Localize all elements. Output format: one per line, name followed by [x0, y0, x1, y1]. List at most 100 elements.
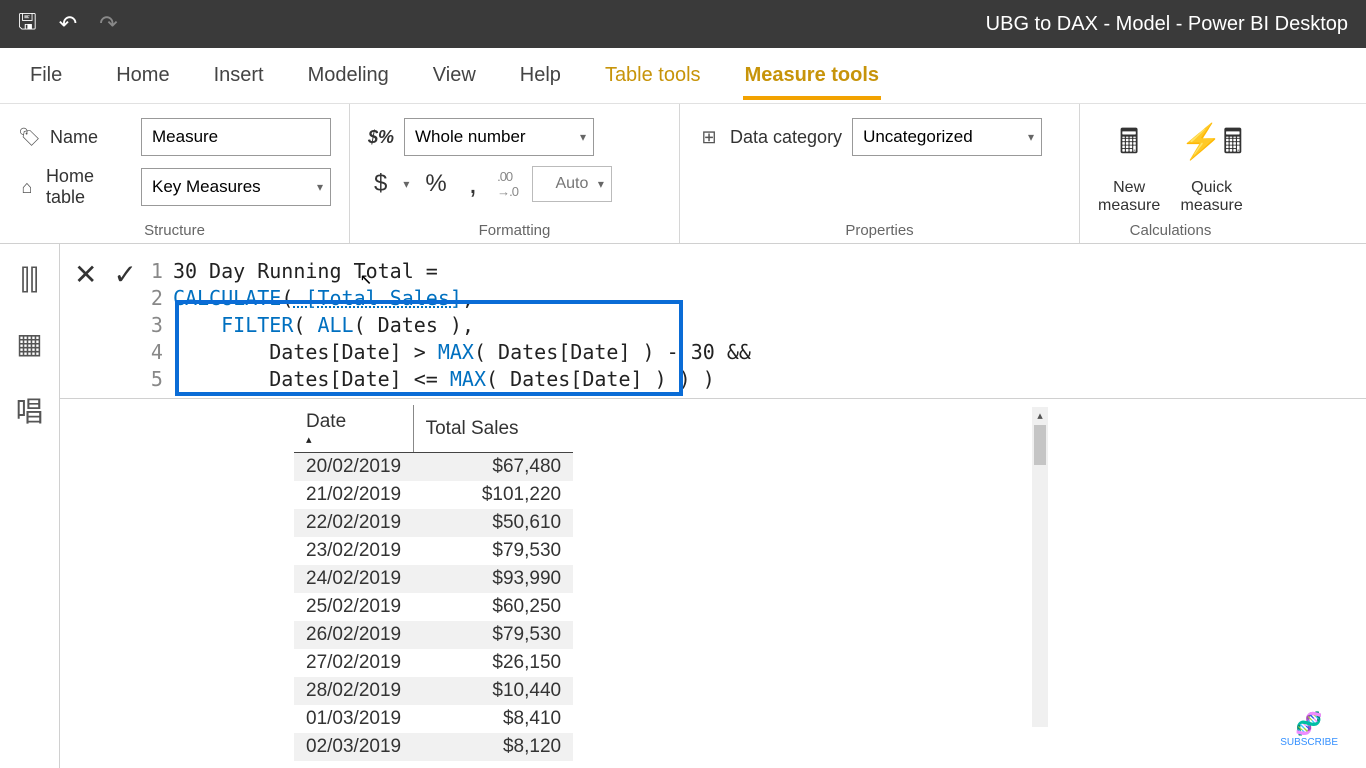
table-row[interactable]: 21/02/2019$101,220 — [294, 481, 573, 509]
code-text — [173, 367, 269, 391]
report-view-icon[interactable]: ⫿⫿ — [21, 264, 39, 297]
cell-date: 24/02/2019 — [294, 565, 413, 593]
number-format-select[interactable] — [404, 118, 594, 156]
code-text: ( — [293, 313, 317, 337]
tab-insert[interactable]: Insert — [212, 52, 266, 99]
cell-date: 02/03/2019 — [294, 733, 413, 761]
name-label: Name — [50, 127, 98, 148]
data-category-label: Data category — [730, 127, 842, 148]
scroll-thumb[interactable] — [1034, 425, 1046, 465]
group-label-calculations: Calculations — [1098, 222, 1243, 239]
data-category-select[interactable] — [852, 118, 1042, 156]
save-icon[interactable]: 🖫 — [18, 5, 37, 43]
ribbon-tabs: File Home Insert Modeling View Help Tabl… — [0, 48, 1366, 104]
code-text: ( — [281, 286, 293, 310]
thousands-button[interactable]: , — [463, 167, 483, 201]
code-text: Dates[Date] > — [269, 340, 438, 364]
table-row[interactable]: 27/02/2019$26,150 — [294, 649, 573, 677]
col-date-header[interactable]: Date — [294, 405, 413, 453]
cell-date: 01/03/2019 — [294, 705, 413, 733]
decimals-input[interactable] — [532, 166, 612, 202]
tab-file[interactable]: File — [28, 52, 64, 99]
tab-home[interactable]: Home — [114, 52, 171, 99]
group-label-properties: Properties — [698, 222, 1061, 239]
vertical-scrollbar[interactable]: ▴ — [1032, 407, 1048, 727]
code-text: , — [462, 286, 474, 310]
table-row[interactable]: 20/02/2019$67,480 — [294, 453, 573, 482]
cancel-icon[interactable]: ✕ — [74, 258, 97, 291]
cell-sales: $79,530 — [413, 621, 573, 649]
code-text — [173, 340, 269, 364]
cell-date: 20/02/2019 — [294, 453, 413, 482]
ribbon-group-properties: ⊞ Data category Properties — [680, 104, 1080, 243]
col-sales-header[interactable]: Total Sales — [413, 405, 573, 453]
view-rail: ⫿⫿ ▦ 唱 — [0, 244, 60, 768]
title-bar: 🖫 ↶ ↷ UBG to DAX - Model - Power BI Desk… — [0, 0, 1366, 48]
code-fn: FILTER — [221, 313, 293, 337]
tab-view[interactable]: View — [431, 52, 478, 99]
table-row[interactable]: 26/02/2019$79,530 — [294, 621, 573, 649]
currency-button[interactable]: $ — [368, 170, 393, 198]
home-table-select[interactable] — [141, 168, 331, 206]
group-label-formatting: Formatting — [368, 222, 661, 239]
scroll-up-icon[interactable]: ▴ — [1032, 407, 1048, 425]
table-row[interactable]: 23/02/2019$79,530 — [294, 537, 573, 565]
quick-measure-button[interactable]: ⚡🖩 Quickmeasure — [1180, 118, 1243, 216]
table-row[interactable]: 01/03/2019$8,410 — [294, 705, 573, 733]
ribbon-group-structure: 🏷 Name ⌂ Home table Structure — [0, 104, 350, 243]
cell-date: 23/02/2019 — [294, 537, 413, 565]
cell-sales: $8,120 — [413, 733, 573, 761]
code-fn: CALCULATE — [173, 286, 281, 310]
code-fn: MAX — [450, 367, 486, 391]
tag-icon: 🏷 — [18, 127, 40, 148]
code-br: [Total Sales] — [293, 286, 462, 310]
cell-sales: $60,250 — [413, 593, 573, 621]
decimal-places-icon[interactable]: .00→.0 — [493, 169, 522, 199]
ribbon-content: 🏷 Name ⌂ Home table Structure $% $ ▾ — [0, 104, 1366, 244]
tab-measure-tools[interactable]: Measure tools — [743, 52, 881, 99]
table-row[interactable]: 02/03/2019$8,120 — [294, 733, 573, 761]
home-table-label: Home table — [46, 166, 121, 208]
cell-sales: $10,440 — [413, 677, 573, 705]
tab-help[interactable]: Help — [518, 52, 563, 99]
subscribe-badge: 🧬 SUBSCRIBE — [1280, 711, 1338, 748]
code-fn: MAX — [438, 340, 474, 364]
undo-icon[interactable]: ↶ — [59, 11, 77, 37]
dax-editor[interactable]: 130 Day Running Total = 2CALCULATE( [Tot… — [147, 258, 1366, 398]
subscribe-text: SUBSCRIBE — [1280, 737, 1338, 748]
table-row[interactable]: 28/02/2019$10,440 — [294, 677, 573, 705]
code-text: 30 Day Running Total = — [173, 259, 450, 283]
data-view-icon[interactable]: ▦ — [16, 327, 42, 360]
cell-sales: $93,990 — [413, 565, 573, 593]
table-row[interactable]: 24/02/2019$93,990 — [294, 565, 573, 593]
cell-date: 27/02/2019 — [294, 649, 413, 677]
code-fn: ALL — [317, 313, 353, 337]
measure-name-input[interactable] — [141, 118, 331, 156]
category-icon: ⊞ — [698, 127, 720, 148]
code-text: Dates[Date] <= — [269, 367, 450, 391]
model-view-icon[interactable]: 唱 — [15, 390, 43, 430]
table-row[interactable]: 25/02/2019$60,250 — [294, 593, 573, 621]
group-label-structure: Structure — [18, 222, 331, 239]
new-measure-label: Newmeasure — [1098, 179, 1160, 216]
new-measure-button[interactable]: 🖩 Newmeasure — [1098, 118, 1160, 216]
percent-button[interactable]: % — [419, 170, 452, 198]
tab-modeling[interactable]: Modeling — [306, 52, 391, 99]
ribbon-group-formatting: $% $ ▾ % , .00→.0 Formatting — [350, 104, 680, 243]
cell-sales: $50,610 — [413, 509, 573, 537]
quick-calc-icon: ⚡🖩 — [1180, 118, 1243, 175]
quick-measure-label: Quickmeasure — [1181, 179, 1243, 216]
cell-sales: $8,410 — [413, 705, 573, 733]
table-row[interactable]: 22/02/2019$50,610 — [294, 509, 573, 537]
format-icon: $% — [368, 127, 394, 148]
redo-icon[interactable]: ↷ — [99, 11, 117, 37]
code-text: ( Dates[Date] ) - 30 && — [474, 340, 751, 364]
code-text: ( Dates ), — [354, 313, 474, 337]
currency-dropdown-icon[interactable]: ▾ — [403, 177, 409, 191]
table-region: Date Total Sales 20/02/2019$67,48021/02/… — [60, 399, 1366, 768]
commit-icon[interactable]: ✓ — [113, 258, 136, 291]
cell-sales: $79,530 — [413, 537, 573, 565]
cell-date: 25/02/2019 — [294, 593, 413, 621]
tab-table-tools[interactable]: Table tools — [603, 52, 703, 99]
cell-date: 21/02/2019 — [294, 481, 413, 509]
